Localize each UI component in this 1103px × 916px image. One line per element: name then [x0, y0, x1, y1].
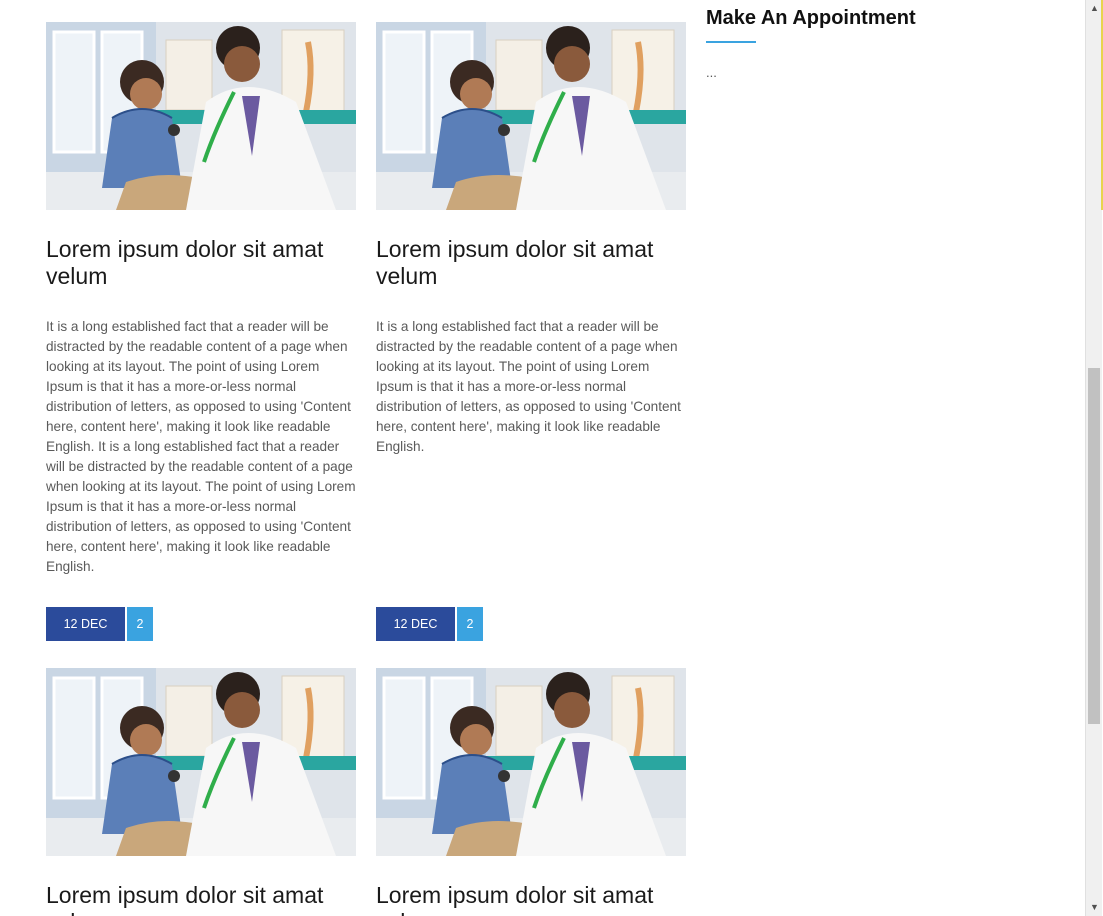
- post-card: Lorem ipsum dolor sit amat velum It is a…: [376, 22, 686, 665]
- post-thumbnail[interactable]: [46, 22, 356, 210]
- post-card: Lorem ipsum dolor sit amat velum: [376, 668, 686, 916]
- post-excerpt: It is a long established fact that a rea…: [46, 319, 356, 574]
- post-thumbnail[interactable]: [376, 22, 686, 210]
- post-excerpt: It is a long established fact that a rea…: [376, 319, 681, 454]
- comment-count-badge[interactable]: 2: [457, 607, 483, 641]
- sidebar: Make An Appointment ...: [706, 0, 1066, 80]
- scrollbar-thumb[interactable]: [1088, 368, 1100, 724]
- post-card: Lorem ipsum dolor sit amat velum It is a…: [46, 22, 356, 665]
- scroll-down-arrow-icon[interactable]: ▼: [1086, 899, 1103, 916]
- post-title[interactable]: Lorem ipsum dolor sit amat velum: [46, 882, 356, 916]
- post-card: Lorem ipsum dolor sit amat velum: [46, 668, 356, 916]
- post-thumbnail[interactable]: [46, 668, 356, 856]
- doctor-with-child-image: [46, 22, 356, 210]
- appointment-heading: Make An Appointment: [706, 7, 916, 29]
- doctor-with-child-image: [376, 22, 686, 210]
- date-badge[interactable]: 12 DEC 12: [376, 607, 455, 665]
- post-meta: 12 DEC 12 2: [376, 607, 686, 665]
- comment-count-badge[interactable]: 2: [127, 607, 153, 641]
- post-meta: 12 DEC 12 2: [46, 607, 356, 665]
- page: Lorem ipsum dolor sit amat velum It is a…: [0, 0, 1103, 916]
- date-badge[interactable]: 12 DEC 12: [46, 607, 125, 665]
- appointment-body: ...: [706, 65, 717, 80]
- doctor-with-child-image: [376, 668, 686, 856]
- heading-underline: [706, 41, 756, 43]
- doctor-with-child-image: [46, 668, 356, 856]
- post-title[interactable]: Lorem ipsum dolor sit amat velum: [46, 236, 356, 290]
- post-title[interactable]: Lorem ipsum dolor sit amat velum: [376, 882, 686, 916]
- vertical-scrollbar[interactable]: ▲ ▼: [1085, 0, 1102, 916]
- post-title[interactable]: Lorem ipsum dolor sit amat velum: [376, 236, 686, 290]
- post-thumbnail[interactable]: [376, 668, 686, 856]
